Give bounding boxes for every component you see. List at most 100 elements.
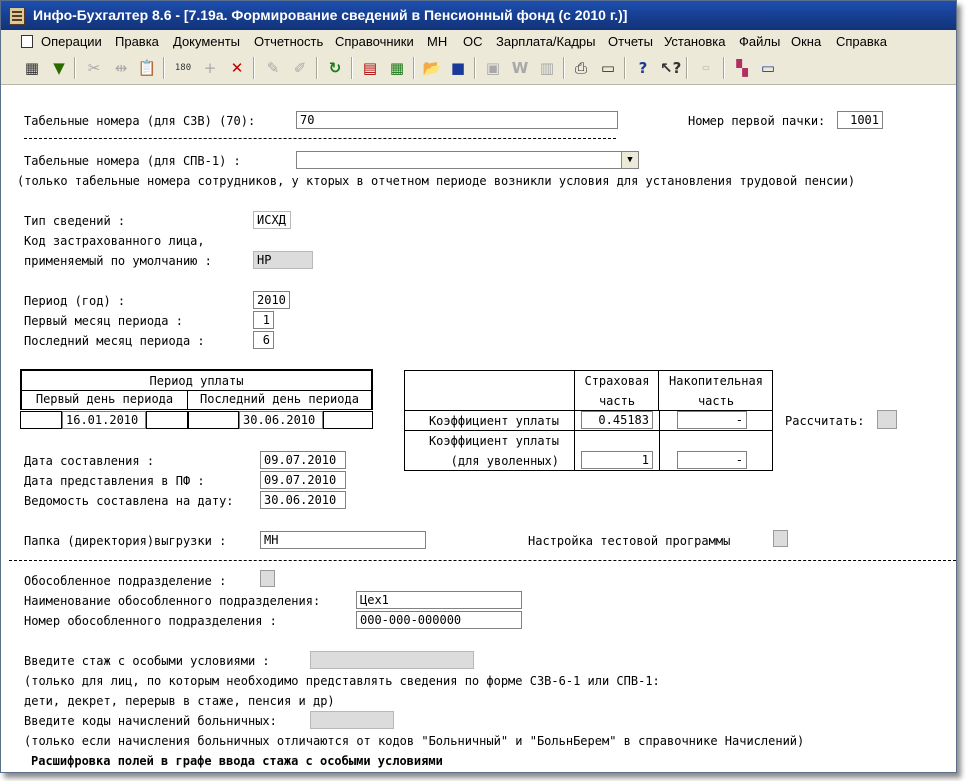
menu-reporting[interactable]: Отчетность: [254, 34, 323, 49]
tab-spv-combobox[interactable]: ▼: [296, 151, 639, 169]
coef-funded-fired-input[interactable]: -: [677, 451, 747, 469]
toolbar-separator: [624, 57, 626, 79]
menu-settings[interactable]: Установка: [664, 34, 725, 49]
info-type-input[interactable]: ИСХД: [253, 211, 291, 229]
preview-icon[interactable]: ▭: [598, 58, 618, 78]
legend-title: Расшифровка полей в графе ввода стажа с …: [31, 754, 443, 768]
statement-date-input[interactable]: 30.06.2010: [260, 491, 346, 509]
last-month-label: Последний месяц периода :: [24, 334, 205, 348]
coef-col1-line2: часть: [598, 394, 636, 408]
form-content: Табельные номера (для СЗВ) (70): 70 Номе…: [9, 85, 956, 772]
link-icon[interactable]: ⇹: [111, 58, 131, 78]
first-pack-input[interactable]: 1001: [837, 111, 883, 129]
separate-unit-number-input[interactable]: 000-000-000000: [356, 611, 522, 629]
pay-period-cell: [188, 411, 239, 429]
period-year-input[interactable]: 2010: [253, 291, 290, 309]
menu-mn[interactable]: МН: [427, 34, 447, 49]
doc-icon[interactable]: ▥: [537, 58, 557, 78]
last-month-input[interactable]: 6: [253, 331, 274, 349]
toolbar-separator: [723, 57, 725, 79]
spr-icon[interactable]: ▭: [696, 58, 716, 78]
menu-references[interactable]: Справочники: [335, 34, 414, 49]
menu-help[interactable]: Справка: [836, 34, 887, 49]
calc-checkbox[interactable]: [877, 410, 897, 429]
sick-codes-input[interactable]: [310, 711, 394, 729]
toolbar-separator: [316, 57, 318, 79]
test-program-checkbox[interactable]: [773, 530, 788, 547]
open-folder-icon[interactable]: 📂: [422, 58, 442, 78]
date-submitted-label: Дата представления в ПФ :: [24, 474, 205, 488]
coef-row2-label-1: Коэффициент уплаты: [428, 434, 559, 448]
statement-date-label: Ведомость составлена на дату:: [24, 494, 234, 508]
pay-period-cell: [146, 411, 188, 429]
coef-funded-input[interactable]: -: [677, 411, 747, 429]
separate-unit-name-input[interactable]: Цех1: [356, 591, 522, 609]
system-menu-icon[interactable]: [21, 35, 33, 48]
test-program-label: Настройка тестовой программы: [528, 534, 731, 548]
special-exp-note-2: дети, декрет, перерыв в стаже, пенсия и …: [24, 694, 335, 708]
toolbar-separator: [474, 57, 476, 79]
export-folder-input[interactable]: МН: [260, 531, 426, 549]
add-icon[interactable]: +: [200, 58, 220, 78]
calc-label: Рассчитать:: [785, 414, 865, 428]
insured-code-label-1: Код застрахованного лица,: [24, 234, 205, 248]
info-type-label: Тип сведений :: [24, 214, 126, 228]
help-icon[interactable]: ?: [633, 58, 653, 78]
date-compiled-label: Дата составления :: [24, 454, 155, 468]
save-icon[interactable]: ■: [448, 58, 468, 78]
sick-codes-label: Введите коды начислений больничных:: [24, 714, 277, 728]
cut-icon[interactable]: ✂: [84, 58, 104, 78]
context-help-icon[interactable]: ↖?: [660, 58, 681, 78]
window-title: Инфо-Бухгалтер 8.6 - [7.19а. Формировани…: [33, 7, 628, 23]
title-bar[interactable]: Инфо-Бухгалтер 8.6 - [7.19а. Формировани…: [1, 1, 956, 30]
separate-unit-number-label: Номер обособленного подразделения :: [24, 614, 277, 628]
refresh-icon[interactable]: ↻: [325, 58, 345, 78]
coef-insurance-fired-input[interactable]: 1: [581, 451, 653, 469]
menu-operations[interactable]: Операции: [41, 34, 102, 49]
tab-spv-label: Табельные номера (для СПВ-1) :: [24, 154, 241, 168]
coef-insurance-input[interactable]: 0.45183: [581, 411, 653, 429]
menu-files[interactable]: Файлы: [739, 34, 780, 49]
menu-os[interactable]: ОС: [463, 34, 483, 49]
date-compiled-input[interactable]: 09.07.2010: [260, 451, 346, 469]
separate-unit-checkbox[interactable]: [260, 570, 275, 587]
calendar-icon[interactable]: ▤: [360, 58, 380, 78]
date-submitted-input[interactable]: 09.07.2010: [260, 471, 346, 489]
mark-icon[interactable]: ✎: [263, 58, 283, 78]
app-icon[interactable]: [9, 7, 25, 25]
exit-icon[interactable]: ▚: [732, 58, 752, 78]
report-icon[interactable]: ▣: [483, 58, 503, 78]
number-180-icon[interactable]: 180: [173, 58, 193, 78]
first-day-input[interactable]: 16.01.2010: [62, 411, 146, 429]
toolbar-separator: [351, 57, 353, 79]
grid-icon[interactable]: ▦: [22, 58, 42, 78]
coef-divider: [404, 430, 773, 431]
menu-documents[interactable]: Документы: [173, 34, 240, 49]
first-pack-label: Номер первой пачки:: [688, 114, 826, 128]
delete-icon[interactable]: ✕: [227, 58, 247, 78]
special-exp-input[interactable]: [310, 651, 474, 669]
calculator-icon[interactable]: ▦: [387, 58, 407, 78]
coef-col2-line2: часть: [697, 394, 735, 408]
filter-icon[interactable]: ▼: [49, 58, 69, 78]
last-day-input[interactable]: 30.06.2010: [239, 411, 323, 429]
insured-code-input[interactable]: НР: [253, 251, 313, 269]
first-month-input[interactable]: 1: [253, 311, 274, 329]
coef-vline: [659, 411, 660, 471]
menu-windows[interactable]: Окна: [791, 34, 821, 49]
divider: [24, 138, 616, 139]
chevron-down-icon[interactable]: ▼: [621, 152, 638, 168]
w-icon[interactable]: W: [510, 58, 530, 78]
print-icon[interactable]: ⎙: [571, 58, 591, 78]
menu-payroll[interactable]: Зарплата/Кадры: [496, 34, 596, 49]
tab-svz-input[interactable]: 70: [296, 111, 618, 129]
window-icon[interactable]: ▭: [758, 58, 778, 78]
tab-svz-label: Табельные номера (для СЗВ) (70):: [24, 114, 256, 128]
period-year-label: Период (год) :: [24, 294, 126, 308]
toolbar-separator: [74, 57, 76, 79]
app-window: Инфо-Бухгалтер 8.6 - [7.19а. Формировани…: [0, 0, 957, 773]
mark-all-icon[interactable]: ✐: [290, 58, 310, 78]
menu-reports[interactable]: Отчеты: [608, 34, 653, 49]
menu-edit[interactable]: Правка: [115, 34, 159, 49]
paste-icon[interactable]: 📋: [137, 58, 157, 78]
